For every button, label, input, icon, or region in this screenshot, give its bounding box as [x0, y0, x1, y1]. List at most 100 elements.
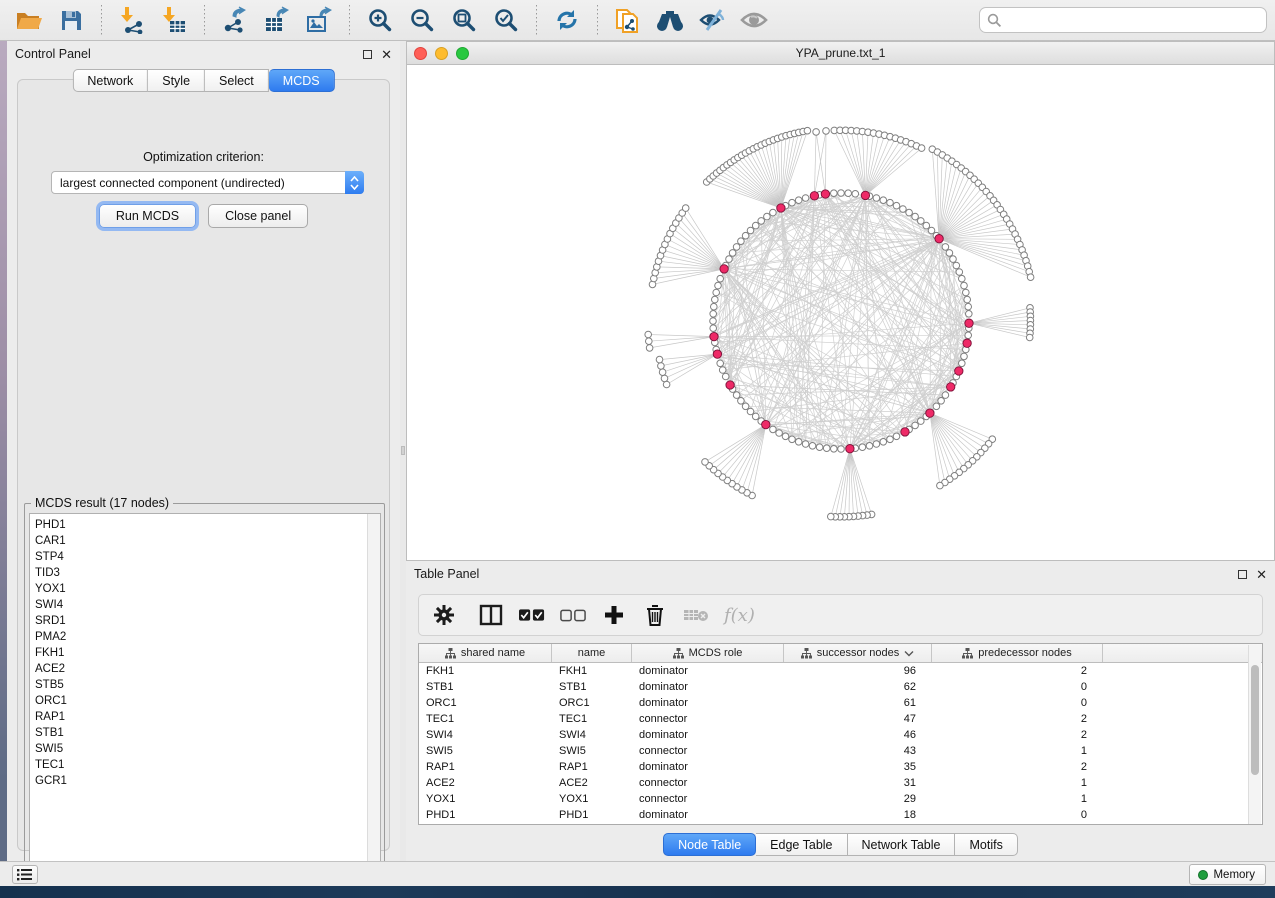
list-item[interactable]: ORC1 [35, 693, 380, 709]
graph-node[interactable] [918, 418, 925, 425]
graph-node[interactable] [959, 275, 966, 282]
graph-node[interactable] [742, 403, 749, 410]
refresh-icon[interactable] [550, 4, 584, 36]
graph-node[interactable] [738, 398, 745, 405]
save-icon[interactable] [54, 4, 88, 36]
float-panel-icon[interactable] [1238, 570, 1247, 579]
list-item[interactable]: SWI5 [35, 741, 380, 757]
task-history-button[interactable] [12, 865, 38, 884]
column-header-name[interactable]: name [552, 644, 632, 662]
graph-node[interactable] [710, 325, 717, 332]
graph-node[interactable] [906, 209, 913, 216]
graph-hub-node[interactable] [713, 350, 721, 358]
graph-node[interactable] [887, 199, 894, 206]
graph-node[interactable] [966, 311, 973, 318]
graph-node[interactable] [726, 256, 733, 263]
graph-leaf-node[interactable] [918, 145, 925, 152]
search-input[interactable] [979, 7, 1267, 33]
graph-node[interactable] [802, 441, 809, 448]
graph-node[interactable] [845, 190, 852, 197]
list-item[interactable]: TEC1 [35, 757, 380, 773]
graph-node[interactable] [928, 227, 935, 234]
tab-style[interactable]: Style [148, 69, 205, 92]
graph-node[interactable] [961, 282, 968, 289]
list-item[interactable]: SRD1 [35, 613, 380, 629]
graph-node[interactable] [873, 195, 880, 202]
graph-node[interactable] [733, 244, 740, 251]
graph-node[interactable] [710, 318, 717, 325]
graph-leaf-node[interactable] [682, 205, 689, 212]
graph-node[interactable] [900, 206, 907, 213]
gear-icon[interactable] [431, 602, 457, 628]
graph-node[interactable] [938, 398, 945, 405]
close-panel-button[interactable]: Close panel [208, 204, 308, 228]
list-item[interactable]: GCR1 [35, 773, 380, 789]
list-item[interactable]: ACE2 [35, 661, 380, 677]
eye-icon[interactable] [737, 4, 771, 36]
run-mcds-button[interactable]: Run MCDS [99, 204, 196, 228]
table-row[interactable]: ORC1ORC1dominator610 [419, 695, 1262, 711]
graph-node[interactable] [719, 367, 726, 374]
graph-node[interactable] [961, 353, 968, 360]
graph-node[interactable] [713, 289, 720, 296]
graph-node[interactable] [942, 244, 949, 251]
graph-node[interactable] [738, 238, 745, 245]
list-item[interactable]: YOX1 [35, 581, 380, 597]
graph-node[interactable] [722, 373, 729, 380]
column-header-successor-nodes[interactable]: successor nodes [784, 644, 932, 662]
graph-leaf-node[interactable] [702, 459, 709, 466]
graph-node[interactable] [873, 441, 880, 448]
graph-node[interactable] [795, 197, 802, 204]
list-item[interactable]: FKH1 [35, 645, 380, 661]
list-item[interactable]: PMA2 [35, 629, 380, 645]
table-row[interactable]: STB1STB1dominator620 [419, 679, 1262, 695]
graph-node[interactable] [823, 445, 830, 452]
graph-node[interactable] [710, 311, 717, 318]
zoom-fit-icon[interactable] [447, 4, 481, 36]
graph-leaf-node[interactable] [658, 363, 665, 370]
graph-hub-node[interactable] [846, 445, 854, 453]
graph-node[interactable] [752, 222, 759, 229]
graph-hub-node[interactable] [810, 192, 818, 200]
graph-hub-node[interactable] [926, 409, 934, 417]
list-item[interactable]: PHD1 [35, 517, 380, 533]
graph-node[interactable] [764, 213, 771, 220]
clone-network-icon[interactable] [611, 4, 645, 36]
graph-leaf-node[interactable] [937, 482, 944, 489]
graph-node[interactable] [742, 232, 749, 239]
graph-leaf-node[interactable] [813, 129, 820, 136]
column-header-predecessor-nodes[interactable]: predecessor nodes [932, 644, 1103, 662]
list-item[interactable]: RAP1 [35, 709, 380, 725]
graph-hub-node[interactable] [726, 381, 734, 389]
table-row[interactable]: PHD1PHD1dominator180 [419, 807, 1262, 823]
graph-node[interactable] [959, 360, 966, 367]
graph-node[interactable] [795, 439, 802, 446]
graph-hub-node[interactable] [963, 339, 971, 347]
table-row[interactable]: SWI4SWI4dominator462 [419, 727, 1262, 743]
graph-node[interactable] [946, 250, 953, 257]
graph-hub-node[interactable] [947, 383, 955, 391]
graph-node[interactable] [816, 444, 823, 451]
graph-node[interactable] [965, 332, 972, 339]
graph-hub-node[interactable] [821, 190, 829, 198]
mcds-result-list[interactable]: PHD1CAR1STP4TID3YOX1SWI4SRD1PMA2FKH1ACE2… [29, 513, 381, 871]
graph-node[interactable] [789, 199, 796, 206]
graph-node[interactable] [747, 408, 754, 415]
trash-icon[interactable] [642, 602, 668, 628]
graph-node[interactable] [950, 256, 957, 263]
graph-node[interactable] [964, 296, 971, 303]
zoom-in-icon[interactable] [363, 4, 397, 36]
graph-leaf-node[interactable] [1027, 274, 1034, 281]
function-builder-icon[interactable]: f(x) [724, 605, 755, 626]
graph-node[interactable] [918, 218, 925, 225]
graph-node[interactable] [965, 303, 972, 310]
table-row[interactable]: ACE2ACE2connector311 [419, 775, 1262, 791]
graph-hub-node[interactable] [762, 420, 770, 428]
graph-node[interactable] [711, 303, 718, 310]
tab-mcds[interactable]: MCDS [269, 69, 335, 92]
graph-node[interactable] [758, 218, 765, 225]
select-unchecked-icon[interactable] [560, 602, 586, 628]
splitter-grip[interactable] [401, 446, 405, 455]
graph-node[interactable] [893, 202, 900, 209]
delete-table-icon[interactable] [683, 602, 709, 628]
